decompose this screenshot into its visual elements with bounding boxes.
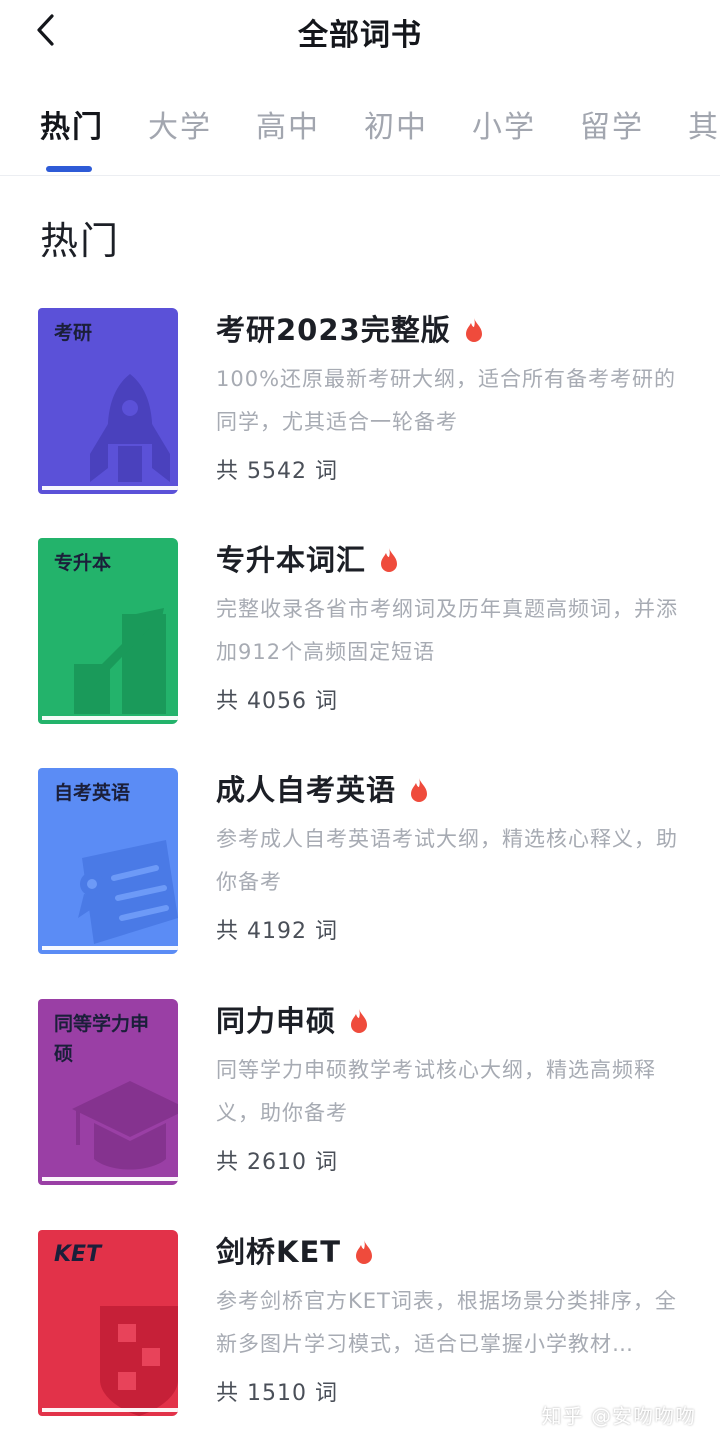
book-description: 参考剑桥官方KET词表，根据场景分类排序，全新多图片学习模式，适合已掌握小学教材… xyxy=(216,1289,677,1356)
tab-middle-school[interactable]: 初中 xyxy=(364,102,428,146)
cover-label: 同等学力申硕 xyxy=(54,1013,150,1065)
active-tab-indicator xyxy=(46,166,92,172)
cover-page-edge xyxy=(42,1177,178,1181)
flame-icon xyxy=(411,778,428,802)
book-title: 剑桥KET xyxy=(216,1230,696,1274)
book-item-kaoyan[interactable]: 考研 考研2023完整版 100%还原最新考研大纲，适合所有备考考研的同学，尤其… xyxy=(0,308,720,508)
book-info: 成人自考英语 参考成人自考英语考试大纲，精选核心释义，助你备考 共 4192 词 xyxy=(216,768,696,952)
book-title-text: 考研2023完整版 xyxy=(216,313,451,347)
tab-study-abroad[interactable]: 留学 xyxy=(580,102,644,146)
book-description: 100%还原最新考研大纲，适合所有备考考研的同学，尤其适合一轮备考 xyxy=(216,367,677,434)
cover-label: 考研 xyxy=(54,322,93,344)
tab-other[interactable]: 其他 xyxy=(688,102,720,146)
book-title-text: 专升本词汇 xyxy=(216,543,367,577)
book-item-zhuanshengben[interactable]: 专升本 专升本词汇 完整收录各省市考纲词及历年真题高频词，并添加912个高频固定… xyxy=(0,538,720,738)
book-info: 考研2023完整版 100%还原最新考研大纲，适合所有备考考研的同学，尤其适合一… xyxy=(216,308,696,492)
section-title: 热门 xyxy=(40,219,121,263)
category-tabs: 热门 大学 高中 初中 小学 留学 其他 xyxy=(0,92,720,176)
flame-icon xyxy=(356,1240,373,1264)
book-title: 专升本词汇 xyxy=(216,538,696,582)
cover-page-edge xyxy=(42,1408,178,1412)
cover-page-edge xyxy=(42,946,178,950)
book-info: 同力申硕 同等学力申硕教学考试核心大纲，精选高频释义，助你备考 共 2610 词 xyxy=(216,999,696,1183)
book-info: 剑桥KET 参考剑桥官方KET词表，根据场景分类排序，全新多图片学习模式，适合已… xyxy=(216,1230,696,1414)
book-description: 参考成人自考英语考试大纲，精选核心释义，助你备考 xyxy=(216,827,678,894)
book-cover: 自考英语 xyxy=(38,768,178,954)
tab-university[interactable]: 大学 xyxy=(148,102,212,146)
book-description: 完整收录各省市考纲词及历年真题高频词，并添加912个高频固定短语 xyxy=(216,597,678,664)
flame-icon xyxy=(381,548,398,572)
book-cover: KET xyxy=(38,1230,178,1416)
book-title: 同力申硕 xyxy=(216,999,696,1043)
book-title-text: 剑桥KET xyxy=(216,1235,342,1269)
cover-page-edge xyxy=(42,716,178,720)
book-description: 同等学力申硕教学考试核心大纲，精选高频释义，助你备考 xyxy=(216,1058,656,1125)
book-cover: 考研 xyxy=(38,308,178,494)
book-item-zikao-english[interactable]: 自考英语 成人自考英语 参考成人自考英语考试大纲，精选核心释义，助你备考 共 4… xyxy=(0,768,720,968)
word-count: 共 5542 词 xyxy=(216,459,338,484)
tab-primary-school[interactable]: 小学 xyxy=(472,102,536,146)
watermark: 知乎 @安吻吻吻 xyxy=(541,1404,696,1428)
flame-icon xyxy=(465,318,482,342)
book-item-tongdeng-shenshuo[interactable]: 同等学力申硕 同力申硕 同等学力申硕教学考试核心大纲，精选高频释义，助你备考 共… xyxy=(0,999,720,1199)
tab-high-school[interactable]: 高中 xyxy=(256,102,320,146)
cover-label: 专升本 xyxy=(54,552,112,574)
cover-label: KET xyxy=(54,1242,102,1267)
top-bar: 全部词书 xyxy=(0,0,720,62)
flame-icon xyxy=(351,1009,368,1033)
book-title: 成人自考英语 xyxy=(216,768,696,812)
book-info: 专升本词汇 完整收录各省市考纲词及历年真题高频词，并添加912个高频固定短语 共… xyxy=(216,538,696,722)
word-count: 共 4192 词 xyxy=(216,919,338,944)
book-title-text: 成人自考英语 xyxy=(216,773,397,807)
word-count: 共 2610 词 xyxy=(216,1150,338,1175)
cover-page-edge xyxy=(42,486,178,490)
book-cover: 同等学力申硕 xyxy=(38,999,178,1185)
book-cover: 专升本 xyxy=(38,538,178,724)
tab-hot[interactable]: 热门 xyxy=(40,102,104,146)
page-title: 全部词书 xyxy=(298,18,422,53)
cover-label: 自考英语 xyxy=(54,782,131,804)
book-title: 考研2023完整版 xyxy=(216,308,696,352)
book-title-text: 同力申硕 xyxy=(216,1004,337,1038)
word-count: 共 4056 词 xyxy=(216,689,338,714)
